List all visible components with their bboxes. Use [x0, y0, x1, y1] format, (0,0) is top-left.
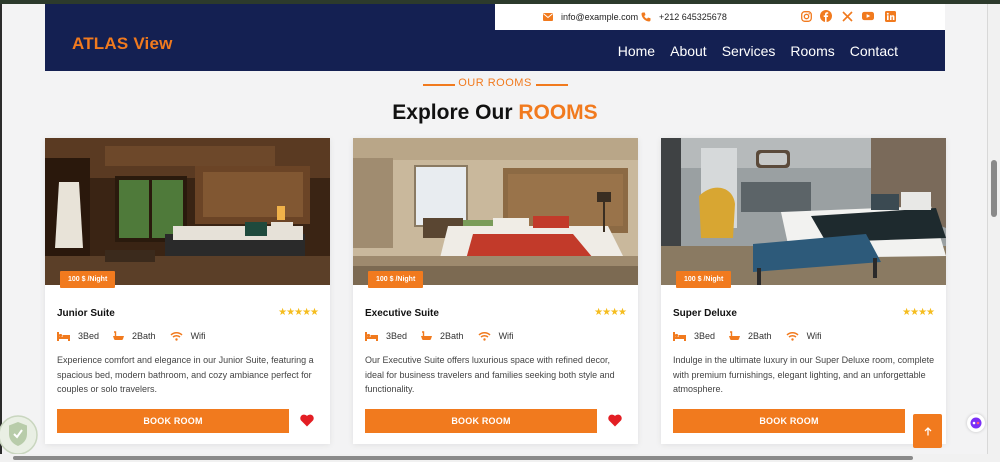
- book-room-button[interactable]: BOOK ROOM: [365, 409, 597, 433]
- star-rating: ★★★★: [902, 307, 935, 318]
- assistant-button[interactable]: [967, 414, 985, 432]
- price-tag: 100 $ /Night: [676, 271, 732, 288]
- section-title-main: Explore Our: [392, 101, 513, 124]
- room-card-executive-suite: 100 $ /Night Executive Suite ★★★★ 3Bed 2…: [353, 138, 638, 444]
- bath-icon: [729, 331, 741, 340]
- phone-text: +212 645325678: [659, 12, 727, 22]
- feature-bed-label: 3Bed: [78, 331, 100, 341]
- facebook-icon[interactable]: [820, 10, 832, 22]
- brand-logo[interactable]: ATLAS View: [72, 34, 173, 54]
- window-left-border: [0, 4, 2, 458]
- nav-contact[interactable]: Contact: [850, 43, 898, 59]
- feature-wifi: Wifi: [478, 331, 514, 341]
- phone-icon: [641, 12, 651, 22]
- x-icon[interactable]: [841, 10, 853, 22]
- feature-bath: 2Bath: [113, 331, 156, 341]
- heart-icon[interactable]: [300, 414, 314, 427]
- nav-home[interactable]: Home: [618, 43, 655, 59]
- nav-services[interactable]: Services: [722, 43, 776, 59]
- section-eyebrow: OUR ROOMS: [458, 77, 532, 89]
- wifi-icon: [786, 332, 799, 341]
- price-tag: 100 $ /Night: [368, 271, 424, 288]
- room-photo: [661, 138, 946, 285]
- feature-bath: 2Bath: [729, 331, 772, 341]
- nav-about[interactable]: About: [670, 43, 707, 59]
- feature-wifi-label: Wifi: [806, 331, 822, 341]
- bed-icon: [673, 331, 686, 341]
- star-rating: ★★★★: [594, 307, 627, 318]
- linkedin-icon[interactable]: [884, 10, 896, 22]
- room-features: 3Bed 2Bath Wifi: [365, 331, 514, 341]
- assistant-icon: [970, 417, 982, 429]
- section-title: Explore Our ROOMS: [0, 101, 990, 125]
- nav-rooms[interactable]: Rooms: [790, 43, 834, 59]
- room-description: Indulge in the ultimate luxury in our Su…: [673, 355, 935, 394]
- feature-bed: 3Bed: [365, 331, 407, 341]
- email-text: info@example.com: [561, 12, 639, 22]
- price-tag: 100 $ /Night: [60, 271, 116, 288]
- book-room-button[interactable]: BOOK ROOM: [673, 409, 905, 433]
- feature-bed-label: 3Bed: [694, 331, 716, 341]
- room-card-super-deluxe: 100 $ /Night Super Deluxe ★★★★ 3Bed 2Bat…: [661, 138, 946, 444]
- bed-icon: [365, 331, 378, 341]
- youtube-icon[interactable]: [862, 10, 874, 22]
- feature-bed-label: 3Bed: [386, 331, 408, 341]
- room-photo: [45, 138, 330, 285]
- main-nav: Home About Services Rooms Contact: [618, 43, 898, 59]
- room-features: 3Bed 2Bath Wifi: [57, 331, 206, 341]
- eyebrow-line-right: [536, 84, 568, 86]
- feature-wifi-label: Wifi: [498, 331, 514, 341]
- room-name: Junior Suite: [57, 308, 115, 319]
- bath-icon: [113, 331, 125, 340]
- room-name: Executive Suite: [365, 308, 439, 319]
- star-rating: ★★★★★: [278, 307, 319, 318]
- heart-icon[interactable]: [608, 414, 622, 427]
- book-room-button[interactable]: BOOK ROOM: [57, 409, 289, 433]
- section-title-accent: ROOMS: [518, 101, 598, 124]
- room-photo: [353, 138, 638, 285]
- feature-bath-label: 2Bath: [132, 331, 156, 341]
- room-description: Experience comfort and elegance in our J…: [57, 355, 314, 394]
- feature-wifi: Wifi: [786, 331, 822, 341]
- room-name: Super Deluxe: [673, 308, 737, 319]
- room-description: Our Executive Suite offers luxurious spa…: [365, 355, 615, 394]
- room-card-junior-suite: 100 $ /Night Junior Suite ★★★★★ 3Bed 2Ba…: [45, 138, 330, 444]
- back-to-top-button[interactable]: [913, 414, 942, 448]
- bath-icon: [421, 331, 433, 340]
- feature-wifi: Wifi: [170, 331, 206, 341]
- phone-contact[interactable]: +212 645325678: [641, 4, 727, 30]
- wifi-icon: [170, 332, 183, 341]
- arrow-up-icon: [924, 426, 931, 435]
- feature-bed: 3Bed: [57, 331, 99, 341]
- site-header: ATLAS View info@example.com +212 6453256…: [45, 4, 945, 71]
- shield-extension-icon[interactable]: [0, 410, 40, 458]
- envelope-icon: [543, 13, 553, 21]
- wifi-icon: [478, 332, 491, 341]
- feature-bed: 3Bed: [673, 331, 715, 341]
- instagram-icon[interactable]: [800, 10, 812, 22]
- feature-bath: 2Bath: [421, 331, 464, 341]
- feature-bath-label: 2Bath: [748, 331, 772, 341]
- email-contact[interactable]: info@example.com: [543, 4, 638, 30]
- feature-bath-label: 2Bath: [440, 331, 464, 341]
- room-features: 3Bed 2Bath Wifi: [673, 331, 822, 341]
- feature-wifi-label: Wifi: [190, 331, 206, 341]
- horizontal-scrollbar-thumb[interactable]: [13, 456, 913, 460]
- contact-topbar: info@example.com +212 645325678: [495, 4, 945, 30]
- bed-icon: [57, 331, 70, 341]
- vertical-scrollbar-thumb[interactable]: [991, 160, 997, 217]
- vertical-scrollbar[interactable]: [988, 4, 1000, 454]
